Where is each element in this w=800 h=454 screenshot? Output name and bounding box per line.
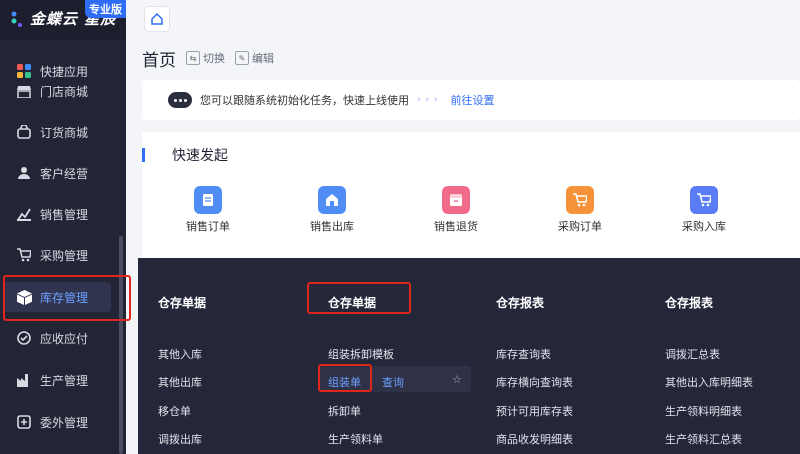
quick-item-label: 采购订单 <box>558 220 602 233</box>
menu-link[interactable]: 调拨出库 <box>158 431 202 447</box>
menu-link[interactable]: 生产领料单 <box>328 431 383 447</box>
storefront-icon <box>16 83 32 99</box>
quick-item-label: 销售订单 <box>186 220 230 233</box>
sales-chart-icon <box>16 206 32 222</box>
column-title: 仓存单据 <box>158 296 207 310</box>
onboarding-notice: 您可以跟随系统初始化任务，快速上线使用 › › › 前往设置 <box>142 80 800 120</box>
notice-text: 您可以跟随系统初始化任务，快速上线使用 <box>200 94 409 107</box>
sidebar-item-label: 客户经营 <box>40 166 89 181</box>
section-accent-bar <box>142 148 145 162</box>
receivable-icon <box>16 330 32 346</box>
brand-logo-icon <box>11 11 22 27</box>
menu-link[interactable]: 其他出入库明细表 <box>665 374 753 390</box>
page-title: 首页 <box>142 50 176 71</box>
edit-icon: ✎ <box>235 51 249 65</box>
sidebar-scrollbar[interactable] <box>119 236 123 454</box>
quick-sales-order[interactable]: 销售订单 <box>173 186 243 234</box>
quick-sales-return[interactable]: 销售退货 <box>421 186 491 234</box>
quick-item-label: 销售退货 <box>434 220 478 233</box>
menu-link[interactable]: 拆卸单 <box>328 403 361 419</box>
factory-icon <box>16 372 32 388</box>
sidebar-item-label: 采购管理 <box>40 248 89 263</box>
quick-start-title: 快速发起 <box>172 148 228 164</box>
sidebar-item-sales[interactable]: 销售管理 <box>0 199 126 229</box>
top-bar <box>126 0 800 38</box>
menu-link[interactable]: 其他入库 <box>158 346 202 362</box>
sidebar: 金蝶云 星辰 专业版 快捷应用 门店商城 订货商城 客户经营 销售管理 采购管理… <box>0 0 126 454</box>
sidebar-item-store[interactable]: 门店商城 <box>0 76 126 106</box>
purchase-cart-icon <box>566 186 594 214</box>
inventory-menu-panel: 仓存单据 仓存单据 仓存报表 仓存报表 其他入库 其他出库 移仓单 调拨出库 组… <box>138 258 800 454</box>
edit-button[interactable]: ✎ 编辑 <box>235 50 274 66</box>
document-icon <box>194 186 222 214</box>
warehouse-out-icon <box>318 186 346 214</box>
return-box-icon <box>442 186 470 214</box>
shopping-bag-icon <box>16 124 32 140</box>
quick-purchase-inbound[interactable]: 采购入库 <box>669 186 739 234</box>
annotation-box-column-title <box>307 282 411 314</box>
switch-button[interactable]: ⇆ 切换 <box>186 50 225 66</box>
go-settings-link[interactable]: 前往设置 <box>451 92 495 108</box>
home-icon <box>151 13 163 25</box>
menu-link[interactable]: 商品收发明细表 <box>496 431 573 447</box>
annotation-box-assembly <box>318 364 372 392</box>
edit-label: 编辑 <box>252 52 274 65</box>
quick-start-card: 快速发起 销售订单 销售出库 销售退货 采购订单 采购入库 <box>142 132 800 258</box>
cart-icon <box>16 247 32 263</box>
menu-link[interactable]: 调拨汇总表 <box>665 346 720 362</box>
column-title: 仓存报表 <box>665 296 714 310</box>
sidebar-item-label: 门店商城 <box>40 84 89 99</box>
favorite-star-icon[interactable]: ☆ <box>452 373 462 386</box>
sidebar-item-order-mall[interactable]: 订货商城 <box>0 117 126 147</box>
sidebar-item-label: 应收应付 <box>40 331 89 346</box>
sidebar-item-label: 生产管理 <box>40 373 89 388</box>
quick-sales-outbound[interactable]: 销售出库 <box>297 186 367 234</box>
menu-link[interactable]: 预计可用库存表 <box>496 403 573 419</box>
annotation-box-inventory <box>3 275 131 321</box>
switch-icon: ⇆ <box>186 51 200 65</box>
query-link[interactable]: 查询 <box>382 374 404 390</box>
column-title: 仓存报表 <box>496 296 545 310</box>
purchase-inbound-icon <box>690 186 718 214</box>
quick-item-label: 采购入库 <box>682 220 726 233</box>
customer-icon <box>16 165 32 181</box>
menu-link[interactable]: 库存查询表 <box>496 346 551 362</box>
quick-purchase-order[interactable]: 采购订单 <box>545 186 615 234</box>
menu-link[interactable]: 生产领料汇总表 <box>665 431 742 447</box>
quick-item-label: 销售出库 <box>310 220 354 233</box>
sidebar-item-outsourcing[interactable]: 委外管理 <box>0 407 126 437</box>
sidebar-item-production[interactable]: 生产管理 <box>0 365 126 395</box>
menu-link[interactable]: 组装拆卸模板 <box>328 346 394 362</box>
sidebar-item-label: 销售管理 <box>40 207 89 222</box>
menu-link[interactable]: 其他出库 <box>158 374 202 390</box>
menu-link[interactable]: 移仓单 <box>158 403 191 419</box>
edition-badge: 专业版 <box>85 0 126 18</box>
menu-link[interactable]: 库存横向查询表 <box>496 374 573 390</box>
switch-label: 切换 <box>203 52 225 65</box>
menu-link[interactable]: 生产领料明细表 <box>665 403 742 419</box>
home-tab-button[interactable] <box>144 6 170 32</box>
brand-header: 金蝶云 星辰 专业版 <box>0 0 126 40</box>
page-title-row: 首页 ⇆ 切换 ✎ 编辑 <box>142 46 284 71</box>
sidebar-item-purchase[interactable]: 采购管理 <box>0 240 126 270</box>
sidebar-item-label: 委外管理 <box>40 415 89 430</box>
sidebar-item-customer[interactable]: 客户经营 <box>0 158 126 188</box>
sidebar-item-receivables[interactable]: 应收应付 <box>0 323 126 353</box>
outsourcing-icon <box>16 414 32 430</box>
more-dots-icon <box>168 92 192 108</box>
sidebar-item-label: 订货商城 <box>40 125 89 140</box>
arrow-dots-icon: › › › <box>417 95 439 105</box>
